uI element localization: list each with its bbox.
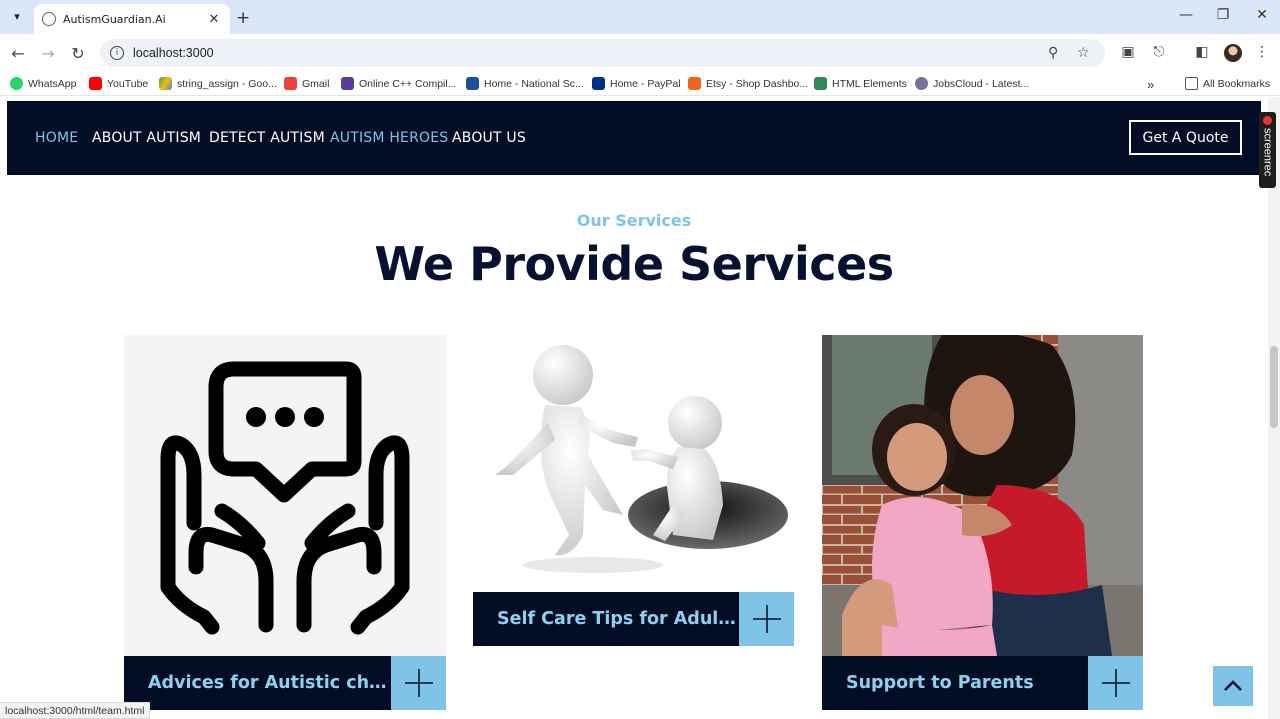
reload-icon[interactable]: ↻ bbox=[68, 44, 88, 63]
record-dot-icon bbox=[1263, 116, 1272, 125]
close-tab-icon[interactable]: ✕ bbox=[206, 12, 222, 27]
tab-search-chevron-icon[interactable]: ▾ bbox=[7, 6, 27, 26]
national-icon bbox=[466, 77, 479, 90]
paypal-icon bbox=[592, 77, 605, 90]
bookmark-etsy[interactable]: Etsy - Shop Dashbo... bbox=[688, 77, 808, 90]
plus-glyph bbox=[752, 605, 781, 633]
tab-strip: ▾ AutismGuardian.Ai ✕ + — ❐ ✕ bbox=[0, 0, 1280, 34]
back-icon[interactable]: ← bbox=[8, 44, 28, 63]
side-panel-icon[interactable]: ◧ bbox=[1192, 44, 1212, 60]
browser-toolbar: ← → ↻ i localhost:3000 ⚲ ☆ ▣ ⎋ ◧ ⋮ bbox=[0, 34, 1280, 72]
hands-speech-bubble-icon bbox=[160, 361, 410, 635]
menu-kebab-icon[interactable]: ⋮ bbox=[1252, 44, 1272, 60]
profile-avatar[interactable] bbox=[1224, 44, 1242, 62]
get-a-quote-button[interactable]: Get A Quote bbox=[1129, 120, 1242, 155]
restore-icon[interactable]: ❐ bbox=[1213, 7, 1233, 23]
nav-detect-autism[interactable]: DETECT AUTISM bbox=[209, 130, 325, 146]
scrollbar-thumb[interactable] bbox=[1270, 346, 1278, 428]
minimize-icon[interactable]: — bbox=[1176, 7, 1196, 23]
new-tab-icon[interactable]: + bbox=[236, 8, 250, 28]
tab-title: AutismGuardian.Ai bbox=[63, 12, 166, 26]
page-viewport: HOME ABOUT AUTISM DETECT AUTISM AUTISM H… bbox=[0, 97, 1280, 719]
service-card-parents[interactable]: Support to Parents bbox=[822, 656, 1143, 710]
jobscloud-icon bbox=[915, 77, 928, 90]
nav-autism-heroes[interactable]: AUTISM HEROES bbox=[330, 130, 448, 146]
site-info-icon[interactable]: i bbox=[110, 46, 124, 60]
more-bookmarks-icon[interactable]: » bbox=[1147, 77, 1154, 92]
site-navbar: HOME ABOUT AUTISM DETECT AUTISM AUTISM H… bbox=[7, 101, 1261, 175]
bookmark-star-icon[interactable]: ☆ bbox=[1077, 45, 1090, 61]
service-image-advices[interactable] bbox=[124, 335, 446, 656]
address-bar[interactable]: i localhost:3000 ⚲ ☆ bbox=[100, 39, 1105, 67]
compiler-icon bbox=[341, 77, 354, 90]
service-title: Support to Parents bbox=[846, 673, 1034, 693]
bookmark-html-elements[interactable]: HTML Elements bbox=[814, 77, 907, 90]
whatsapp-icon bbox=[10, 77, 23, 90]
service-title: Advices for Autistic chi... bbox=[148, 673, 391, 693]
plus-glyph bbox=[404, 669, 433, 697]
youtube-icon bbox=[89, 77, 102, 90]
extensions-icon[interactable]: ⎋ bbox=[1149, 44, 1169, 60]
nav-about-autism[interactable]: ABOUT AUTISM bbox=[92, 130, 201, 146]
service-image-parents[interactable] bbox=[822, 335, 1143, 656]
bookmark-cpp-compiler[interactable]: Online C++ Compil... bbox=[341, 77, 456, 90]
bookmark-national[interactable]: Home - National Sc... bbox=[466, 77, 584, 90]
section-eyebrow: Our Services bbox=[576, 211, 692, 230]
service-card-self-care[interactable]: Self Care Tips for Adult... bbox=[473, 592, 794, 646]
plus-glyph bbox=[1101, 669, 1130, 697]
drive-icon bbox=[159, 77, 172, 90]
bookmark-jobscloud[interactable]: JobsCloud - Latest... bbox=[915, 77, 1029, 90]
zoom-icon[interactable]: ⚲ bbox=[1048, 45, 1058, 61]
plus-icon[interactable] bbox=[1088, 656, 1143, 710]
globe-icon bbox=[42, 12, 56, 26]
section-heading: We Provide Services bbox=[374, 237, 894, 291]
nav-about-us[interactable]: ABOUT US bbox=[452, 130, 526, 146]
plus-icon[interactable] bbox=[391, 656, 446, 710]
bookmark-youtube[interactable]: YouTube bbox=[89, 77, 148, 90]
service-card-advices[interactable]: Advices for Autistic chi... bbox=[124, 656, 446, 710]
address-url: localhost:3000 bbox=[133, 46, 214, 60]
plus-icon[interactable] bbox=[739, 592, 794, 646]
helping-hand-figures-icon bbox=[495, 345, 788, 573]
w3-icon bbox=[814, 77, 827, 90]
gmail-icon bbox=[284, 77, 297, 90]
parent-child-photo bbox=[822, 335, 1143, 656]
service-title: Self Care Tips for Adult... bbox=[497, 609, 739, 629]
browser-tab[interactable]: AutismGuardian.Ai ✕ bbox=[34, 4, 230, 34]
all-bookmarks[interactable]: All Bookmarks bbox=[1185, 77, 1270, 90]
back-to-top-button[interactable] bbox=[1213, 666, 1253, 706]
window-close-icon[interactable]: ✕ bbox=[1252, 7, 1272, 23]
chevron-up-icon bbox=[1224, 680, 1242, 691]
etsy-icon bbox=[688, 77, 701, 90]
bookmarks-bar: WhatsApp YouTube string_assign - Goo... … bbox=[0, 72, 1280, 96]
bookmark-whatsapp[interactable]: WhatsApp bbox=[10, 77, 76, 90]
status-bar-url: localhost:3000/html/team.html bbox=[0, 702, 151, 719]
bookmark-paypal[interactable]: Home - PayPal bbox=[592, 77, 681, 90]
screenrec-label: screenrec bbox=[1261, 128, 1274, 177]
service-image-self-care[interactable] bbox=[473, 335, 794, 592]
screenrec-widget[interactable]: screenrec bbox=[1259, 112, 1276, 188]
nav-home[interactable]: HOME bbox=[35, 130, 78, 146]
picture-in-picture-icon[interactable]: ▣ bbox=[1118, 44, 1138, 60]
bookmark-drive[interactable]: string_assign - Goo... bbox=[159, 77, 277, 90]
page-scrollbar[interactable] bbox=[1268, 97, 1280, 719]
bookmark-gmail[interactable]: Gmail bbox=[284, 77, 329, 90]
forward-icon[interactable]: → bbox=[38, 44, 58, 63]
folder-icon bbox=[1185, 77, 1198, 90]
